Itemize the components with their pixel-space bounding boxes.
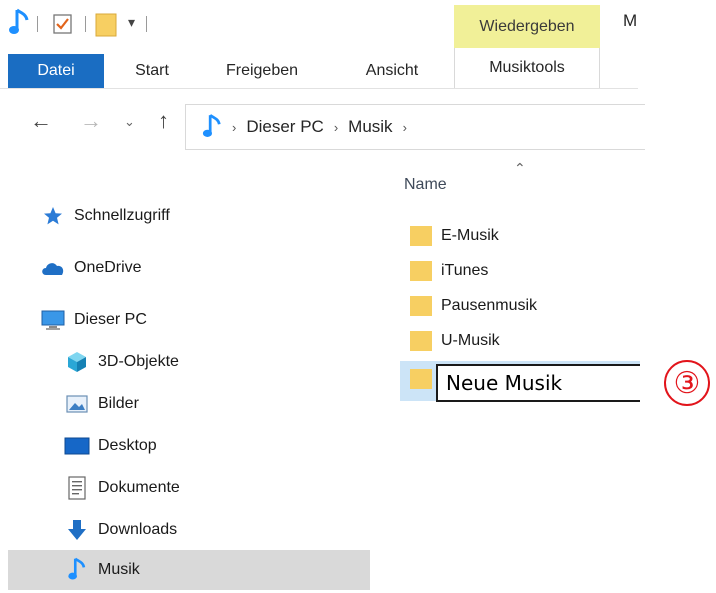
sidebar-item-musik[interactable]: Musik bbox=[8, 550, 370, 590]
back-arrow-icon[interactable]: ← bbox=[30, 110, 52, 132]
sidebar-item-dieser-pc[interactable]: Dieser PC bbox=[40, 300, 402, 340]
sidebar-item-downloads[interactable]: Downloads bbox=[64, 510, 426, 550]
quick-access-toolbar: ▾ bbox=[0, 0, 716, 48]
forward-arrow-icon[interactable]: → bbox=[80, 110, 102, 132]
separator bbox=[37, 16, 38, 32]
breadcrumb-chevron-icon[interactable]: › bbox=[403, 120, 407, 135]
ribbon-tabs: Datei Start Freigeben Ansicht bbox=[0, 52, 716, 90]
desktop-icon bbox=[64, 433, 90, 459]
context-tab-wiedergeben[interactable]: Wiedergeben bbox=[454, 5, 600, 48]
folder-icon bbox=[409, 330, 433, 352]
tab-start[interactable]: Start bbox=[112, 52, 192, 90]
list-item[interactable]: iTunes bbox=[409, 255, 488, 287]
ribbon-divider bbox=[0, 88, 638, 89]
properties-check-icon[interactable] bbox=[52, 13, 74, 40]
sidebar-item-3d-objekte[interactable]: 3D-Objekte bbox=[64, 342, 426, 382]
sort-ascending-icon: ⌃ bbox=[514, 160, 526, 176]
up-arrow-icon[interactable]: ↑ bbox=[158, 110, 169, 132]
monitor-icon bbox=[40, 307, 66, 333]
breadcrumb-musik[interactable]: Musik bbox=[348, 117, 392, 137]
breadcrumb-chevron-icon[interactable]: › bbox=[334, 120, 338, 135]
column-header-name[interactable]: Name bbox=[404, 176, 447, 194]
folder-icon bbox=[409, 295, 433, 317]
navigation-pane: Schnellzugriff OneDrive Dieser PC 3D-Obj… bbox=[0, 186, 375, 593]
pictures-icon bbox=[64, 391, 90, 417]
breadcrumb-chevron-icon[interactable]: › bbox=[232, 120, 236, 135]
rename-input[interactable] bbox=[436, 364, 640, 402]
music-note-icon bbox=[64, 557, 90, 583]
address-bar[interactable]: › Dieser PC › Musik › bbox=[185, 104, 645, 150]
star-icon bbox=[40, 203, 66, 229]
tab-datei[interactable]: Datei bbox=[8, 54, 104, 88]
sidebar-item-dokumente[interactable]: Dokumente bbox=[64, 468, 426, 508]
tab-freigeben[interactable]: Freigeben bbox=[206, 52, 318, 90]
folder-icon bbox=[409, 260, 433, 282]
music-note-icon bbox=[8, 8, 30, 43]
recent-locations-chevron-icon[interactable]: ⌄ bbox=[124, 115, 135, 128]
navigation-bar: ← → ⌄ ↑ › Dieser PC › Musik › bbox=[0, 96, 716, 160]
folder-icon bbox=[409, 368, 433, 390]
tab-ansicht[interactable]: Ansicht bbox=[344, 52, 440, 90]
sidebar-item-bilder[interactable]: Bilder bbox=[64, 384, 426, 424]
cube-icon bbox=[64, 349, 90, 375]
list-item[interactable]: Pausenmusik bbox=[409, 290, 537, 322]
list-item[interactable]: U-Musik bbox=[409, 325, 500, 357]
folder-icon bbox=[409, 225, 433, 247]
window-title: M bbox=[623, 11, 638, 30]
cloud-icon bbox=[40, 255, 66, 281]
sidebar-item-desktop[interactable]: Desktop bbox=[64, 426, 426, 466]
new-folder-icon[interactable] bbox=[93, 11, 121, 42]
list-item[interactable]: E-Musik bbox=[409, 220, 499, 252]
separator bbox=[146, 16, 147, 32]
music-note-icon bbox=[202, 113, 222, 141]
document-icon bbox=[64, 475, 90, 501]
separator bbox=[85, 16, 86, 32]
download-arrow-icon bbox=[64, 517, 90, 543]
breadcrumb-dieser-pc[interactable]: Dieser PC bbox=[246, 117, 323, 137]
sidebar-item-schnellzugriff[interactable]: Schnellzugriff bbox=[40, 196, 402, 236]
step-number-badge: ③ bbox=[664, 360, 710, 406]
customize-dropdown-icon[interactable]: ▾ bbox=[128, 14, 135, 31]
sidebar-item-onedrive[interactable]: OneDrive bbox=[40, 248, 402, 288]
